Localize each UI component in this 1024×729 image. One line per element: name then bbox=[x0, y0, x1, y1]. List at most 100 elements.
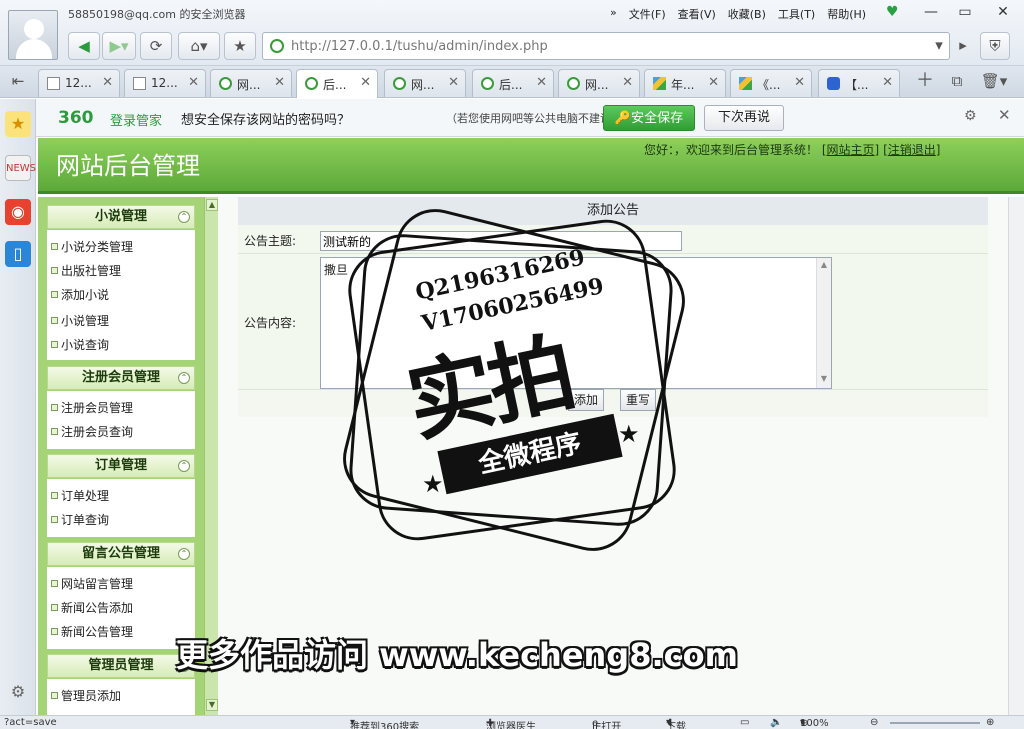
secure-save-button[interactable]: 🔑安全保存 bbox=[603, 105, 695, 131]
bracket-close: ] bbox=[935, 143, 941, 157]
minimize-button[interactable]: — bbox=[916, 2, 946, 22]
back-button[interactable]: ◀ bbox=[68, 32, 100, 60]
close-tab-icon[interactable]: ✕ bbox=[882, 75, 893, 90]
skin-icon[interactable]: ♥ bbox=[886, 4, 899, 20]
mobile-icon[interactable]: ▯ bbox=[5, 241, 31, 267]
close-tab-icon[interactable]: ✕ bbox=[188, 75, 199, 90]
close-tab-icon[interactable]: ✕ bbox=[794, 75, 805, 90]
menu-item-publisher[interactable]: 出版社管理 bbox=[50, 262, 121, 279]
menu-item-news-add[interactable]: 新闻公告添加 bbox=[50, 599, 133, 616]
zoom-out-icon[interactable]: ⊖ bbox=[870, 717, 878, 728]
menu-tools[interactable]: 工具(T) bbox=[772, 6, 821, 22]
favorite-star-icon[interactable]: ★ bbox=[224, 32, 256, 60]
menu-item-member-query[interactable]: 注册会员查询 bbox=[50, 423, 133, 440]
page-scrollbar[interactable] bbox=[1008, 197, 1024, 715]
menu-item-novel-manage[interactable]: 小说管理 bbox=[50, 312, 109, 329]
new-tab-icon[interactable]: ＋ bbox=[912, 69, 938, 95]
address-dropdown-icon[interactable]: ▾ bbox=[928, 32, 950, 60]
bar-settings-icon[interactable]: ⚙ bbox=[964, 108, 977, 124]
menu-group-novels[interactable]: 小说管理 ⌃ bbox=[47, 205, 195, 229]
bar-close-icon[interactable]: ✕ bbox=[998, 106, 1011, 124]
zoom-in-icon[interactable]: ⊕ bbox=[986, 717, 994, 728]
zoom-control[interactable]: ⊕ 100% ▾ bbox=[800, 717, 829, 729]
home-link[interactable]: 网站主页 bbox=[827, 143, 875, 157]
menu-group-admins[interactable]: 管理员管理 ⌃ bbox=[47, 654, 195, 678]
menu-box-novels: 小说分类管理 出版社管理 添加小说 小说管理 小说查询 bbox=[47, 230, 195, 360]
tab-6[interactable]: 后... ✕ bbox=[472, 69, 554, 97]
menu-item-site-messages[interactable]: 网站留言管理 bbox=[50, 575, 133, 592]
content-textarea[interactable]: 撒旦 ▲ ▼ bbox=[320, 257, 832, 389]
textarea-scroll-down-icon[interactable]: ▼ bbox=[818, 374, 830, 386]
scroll-down-icon[interactable]: ▼ bbox=[206, 699, 218, 711]
close-tab-icon[interactable]: ✕ bbox=[274, 75, 285, 90]
restore-button[interactable]: ▭ bbox=[950, 2, 980, 22]
trash-icon[interactable]: 🗑▾ bbox=[976, 69, 1012, 95]
url-text[interactable]: http://127.0.0.1/tushu/admin/index.php bbox=[291, 39, 548, 54]
weibo-icon[interactable]: ◉ bbox=[5, 199, 31, 225]
user-avatar[interactable] bbox=[8, 10, 58, 60]
address-bar[interactable]: http://127.0.0.1/tushu/admin/index.php bbox=[262, 32, 950, 60]
menu-item-novel-category[interactable]: 小说分类管理 bbox=[50, 238, 133, 255]
tab-9[interactable]: 《... ✕ bbox=[730, 69, 812, 97]
tab-2[interactable]: 12... ✕ bbox=[124, 69, 206, 97]
tab-7[interactable]: 网... ✕ bbox=[558, 69, 640, 97]
tab-1[interactable]: 12... ✕ bbox=[38, 69, 120, 97]
close-tab-icon[interactable]: ✕ bbox=[360, 75, 371, 90]
home-button[interactable]: ⌂▾ bbox=[178, 32, 220, 60]
close-tab-icon[interactable]: ✕ bbox=[708, 75, 719, 90]
close-window-button[interactable]: ✕ bbox=[988, 2, 1018, 22]
menu-expand-icon[interactable]: » bbox=[604, 6, 623, 22]
logout-link[interactable]: 注销退出 bbox=[888, 143, 936, 157]
close-tab-icon[interactable]: ✕ bbox=[536, 75, 547, 90]
menu-view[interactable]: 查看(V) bbox=[672, 6, 722, 22]
recommend-360-button[interactable]: 推荐到360搜索 ▾ bbox=[350, 717, 419, 729]
tab-5[interactable]: 网... ✕ bbox=[384, 69, 466, 97]
collapse-icon[interactable]: ⌃ bbox=[178, 372, 190, 384]
download-button[interactable]: ⬇ 下载 ▾ bbox=[666, 717, 686, 729]
close-tab-icon[interactable]: ✕ bbox=[448, 75, 459, 90]
go-icon[interactable]: ▸ bbox=[952, 32, 974, 60]
later-button[interactable]: 下次再说 bbox=[704, 105, 784, 131]
textarea-scroll-up-icon[interactable]: ▲ bbox=[818, 260, 830, 272]
favorites-star-icon[interactable]: ★ bbox=[5, 111, 31, 137]
tab-10[interactable]: 【... ✕ bbox=[818, 69, 900, 97]
menu-file[interactable]: 文件(F) bbox=[623, 6, 672, 22]
menu-item-order-process[interactable]: 订单处理 bbox=[50, 487, 109, 504]
menu-group-orders[interactable]: 订单管理 ⌃ bbox=[47, 454, 195, 478]
menu-item-add-novel[interactable]: 添加小说 bbox=[50, 286, 109, 303]
tab-3[interactable]: 网... ✕ bbox=[210, 69, 292, 97]
settings-gear-icon[interactable]: ⚙ bbox=[5, 679, 31, 705]
status-zoom: 100% bbox=[800, 718, 829, 729]
sidebar-toggle-icon[interactable]: ⇤ bbox=[4, 69, 32, 95]
close-tab-icon[interactable]: ✕ bbox=[102, 75, 113, 90]
forward-button[interactable]: ▶▾ bbox=[102, 32, 136, 60]
shield-icon[interactable]: ⛨ bbox=[980, 32, 1010, 60]
menu-item-novel-query[interactable]: 小说查询 bbox=[50, 336, 109, 353]
menu-item-member-manage[interactable]: 注册会员管理 bbox=[50, 399, 133, 416]
scroll-up-icon[interactable]: ▲ bbox=[206, 199, 218, 211]
restore-tab-icon[interactable]: ⧉ bbox=[944, 69, 970, 95]
collapse-icon[interactable]: ⌃ bbox=[178, 548, 190, 560]
subject-input[interactable] bbox=[320, 231, 682, 251]
news-icon[interactable]: NEWS bbox=[5, 155, 36, 181]
window-icon[interactable]: ▭ bbox=[740, 717, 749, 728]
menu-item-admin-add[interactable]: 管理员添加 bbox=[50, 687, 121, 704]
tab-8[interactable]: 年... ✕ bbox=[644, 69, 726, 97]
menu-item-order-query[interactable]: 订单查询 bbox=[50, 511, 109, 528]
tab-4-active[interactable]: 后... ✕ bbox=[296, 69, 378, 98]
save-message: 想安全保存该网站的密码吗？ bbox=[181, 113, 351, 128]
menu-group-messages[interactable]: 留言公告管理 ⌃ bbox=[47, 542, 195, 566]
zoom-slider[interactable] bbox=[890, 722, 980, 724]
reset-button[interactable]: 重写 bbox=[620, 389, 656, 411]
refresh-button[interactable]: ⟳ bbox=[140, 32, 172, 60]
speaker-icon[interactable]: 🔈 bbox=[770, 717, 782, 728]
menu-group-members[interactable]: 注册会员管理 ⌃ bbox=[47, 366, 195, 390]
menu-help[interactable]: 帮助(H) bbox=[821, 6, 872, 22]
textarea-scrollbar[interactable]: ▲ ▼ bbox=[816, 258, 831, 388]
collapse-icon[interactable]: ⌃ bbox=[178, 460, 190, 472]
collapse-icon[interactable]: ⌃ bbox=[178, 211, 190, 223]
menu-item-news-manage[interactable]: 新闻公告管理 bbox=[50, 623, 133, 640]
close-tab-icon[interactable]: ✕ bbox=[622, 75, 633, 90]
menu-favorites[interactable]: 收藏(B) bbox=[722, 6, 772, 22]
submit-button[interactable]: 添加 bbox=[568, 389, 604, 411]
